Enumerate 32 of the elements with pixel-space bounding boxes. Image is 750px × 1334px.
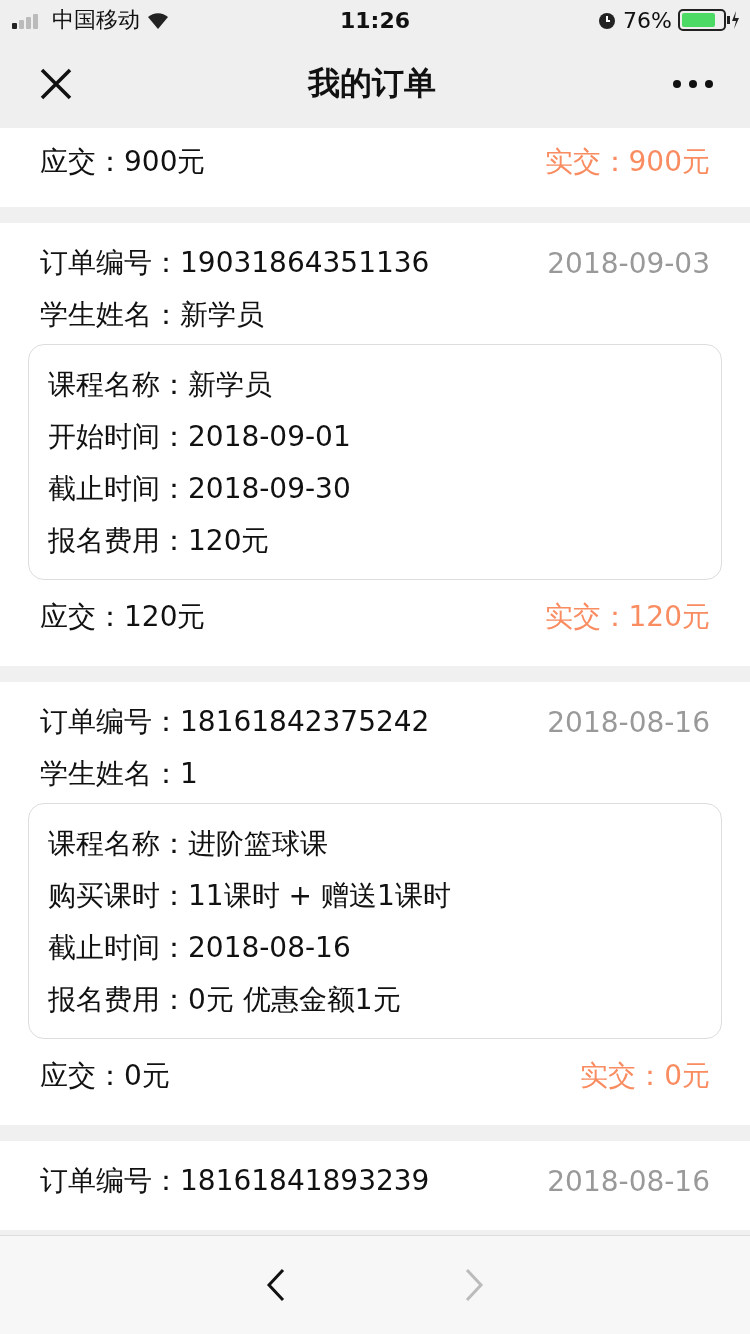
amount-paid: 实交：900元: [544, 144, 710, 180]
amount-paid: 实交：0元: [580, 1058, 710, 1094]
order-number: 订单编号：18161841893239: [40, 1163, 430, 1199]
close-icon[interactable]: [40, 68, 72, 100]
order-date: 2018-08-16: [547, 1164, 710, 1198]
course-detail: 报名费用：0元 优惠金额1元: [48, 982, 401, 1018]
battery-icon: [678, 9, 740, 31]
course-detail: 截止时间：2018-08-16: [48, 930, 351, 966]
status-time: 11:26: [340, 7, 410, 33]
course-detail: 开始时间：2018-09-01: [48, 419, 351, 455]
order-date: 2018-09-03: [547, 246, 710, 280]
course-detail: 购买课时：11课时 + 赠送1课时: [48, 878, 451, 914]
order-date: 2018-08-16: [547, 705, 710, 739]
order-number: 订单编号：19031864351136: [40, 245, 430, 281]
course-detail: 课程名称：新学员: [48, 367, 272, 403]
course-detail: 课程名称：进阶篮球课: [48, 826, 328, 862]
more-icon[interactable]: [672, 79, 714, 89]
battery-percent: 76%: [623, 7, 672, 33]
carrier-name: 中国移动: [52, 6, 140, 34]
order-number: 订单编号：18161842375242: [40, 704, 430, 740]
page-title: 我的订单: [308, 63, 436, 104]
amount-due: 应交：120元: [40, 599, 206, 635]
amount-paid: 实交：120元: [544, 599, 710, 635]
amount-due: 应交：900元: [40, 144, 206, 180]
student-name: 学生姓名：1: [40, 756, 198, 792]
alarm-icon: [597, 10, 618, 30]
course-detail: 报名费用：120元: [48, 523, 270, 559]
student-name: 学生姓名：新学员: [40, 297, 264, 333]
wifi-icon: [146, 11, 170, 29]
course-detail: 截止时间：2018-09-30: [48, 471, 351, 507]
back-icon[interactable]: [266, 1268, 286, 1302]
amount-due: 应交：0元: [40, 1058, 170, 1094]
